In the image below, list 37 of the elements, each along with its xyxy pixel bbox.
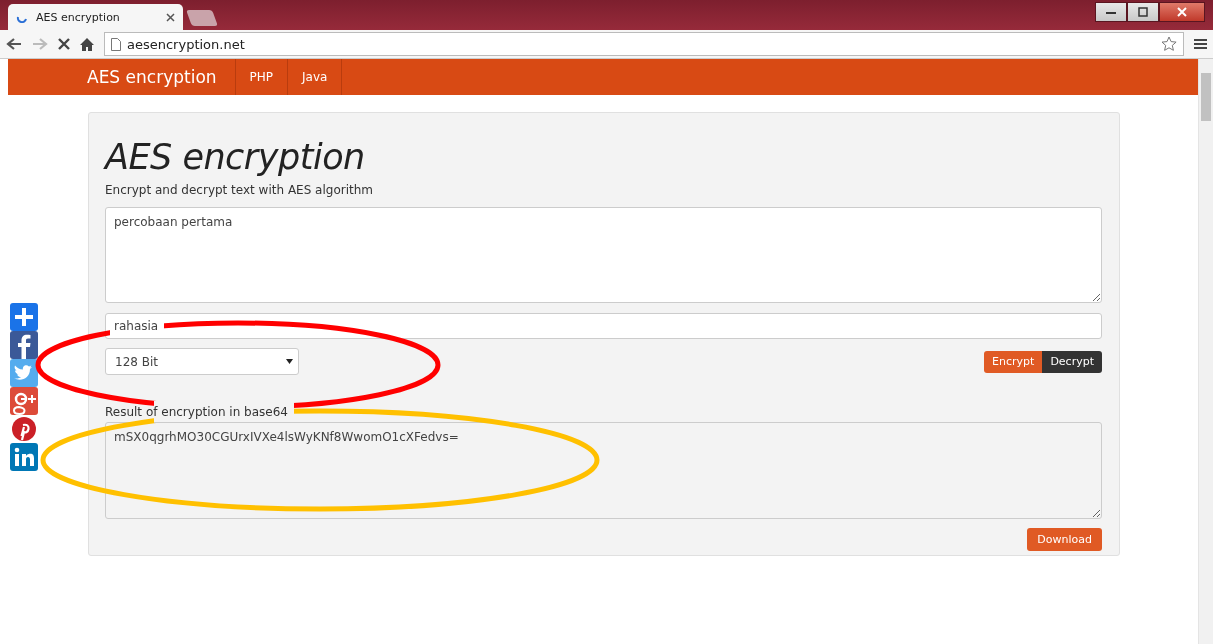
minimize-icon xyxy=(1106,9,1116,15)
plaintext-field[interactable]: percobaan pertama xyxy=(105,207,1102,303)
download-button[interactable]: Download xyxy=(1027,528,1102,551)
home-icon[interactable] xyxy=(80,37,94,51)
result-label: Result of encryption in base64 xyxy=(105,405,289,419)
page-title: AES encryption xyxy=(105,136,366,179)
minimize-button[interactable] xyxy=(1095,2,1127,22)
close-icon[interactable] xyxy=(166,12,175,22)
site-brand[interactable]: AES encryption xyxy=(87,59,235,95)
stop-icon[interactable] xyxy=(58,38,70,50)
nav-link[interactable]: Java xyxy=(287,59,343,95)
new-tab-button[interactable] xyxy=(186,10,218,26)
maximize-icon xyxy=(1138,7,1148,17)
facebook-icon[interactable] xyxy=(10,331,38,359)
pinterest-icon[interactable] xyxy=(10,415,38,443)
key-field[interactable]: rahasia xyxy=(105,313,1102,339)
address-bar[interactable]: aesencryption.net xyxy=(104,32,1184,56)
back-icon[interactable] xyxy=(6,37,22,51)
bird-icon[interactable] xyxy=(10,359,38,387)
browser-tab[interactable]: AES encryption xyxy=(8,4,183,30)
star-icon[interactable] xyxy=(1161,36,1177,52)
menu-icon[interactable] xyxy=(1194,38,1207,50)
caret-icon xyxy=(286,359,293,364)
maximize-button[interactable] xyxy=(1127,2,1159,22)
subtitle: Encrypt and decrypt text with AES algorithm xyxy=(105,183,375,197)
close-icon xyxy=(1177,7,1187,17)
close-button[interactable] xyxy=(1159,2,1205,22)
encrypt-button[interactable]: Encrypt xyxy=(984,350,1043,373)
decrypt-button[interactable]: Decrypt xyxy=(1042,350,1102,373)
add-icon[interactable] xyxy=(10,303,38,331)
linkedin-icon[interactable] xyxy=(10,443,38,471)
page-icon xyxy=(111,37,121,51)
key-size-dropdown[interactable]: 128 Bit xyxy=(105,348,299,375)
nav-link[interactable]: PHP xyxy=(234,59,288,95)
result-field[interactable]: mSX0qgrhMO30CGUrxIVXe4lsWyKNf8WwomO1cXFedvs= xyxy=(105,422,1102,519)
google-plus-icon[interactable] xyxy=(10,387,38,415)
scrollbar-thumb[interactable] xyxy=(1201,73,1211,121)
